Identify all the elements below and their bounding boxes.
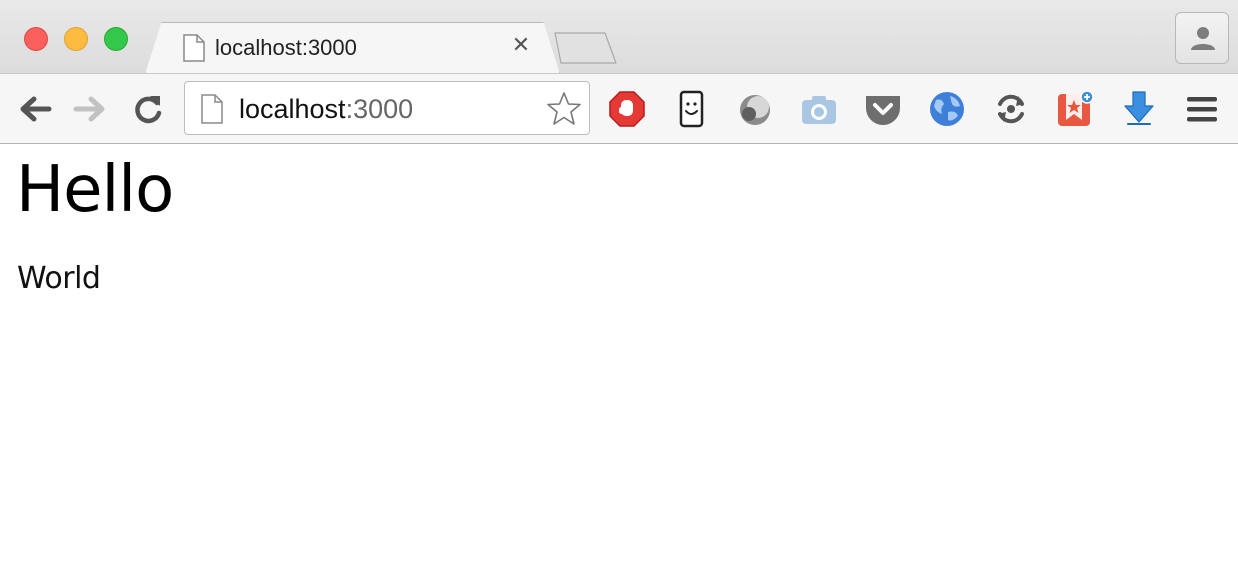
- profile-button[interactable]: [1175, 12, 1229, 64]
- person-icon: [1191, 27, 1215, 50]
- url-host: localhost: [239, 94, 346, 124]
- page-content: Hello World: [0, 145, 1238, 568]
- new-tab-button[interactable]: [553, 32, 617, 64]
- pocket-icon[interactable]: [864, 90, 902, 128]
- window-close-button[interactable]: [24, 27, 48, 51]
- page-heading: Hello: [16, 153, 174, 227]
- arrow-right-icon: [73, 96, 105, 122]
- download-icon[interactable]: [1120, 90, 1158, 128]
- face-icon[interactable]: [672, 90, 710, 128]
- reload-icon: [135, 96, 162, 124]
- reload-button[interactable]: [130, 91, 166, 127]
- window-maximize-button[interactable]: [104, 27, 128, 51]
- arrow-left-icon: [20, 96, 52, 122]
- page-paragraph: World: [17, 261, 101, 296]
- window-minimize-button[interactable]: [64, 27, 88, 51]
- adblock-icon[interactable]: [608, 90, 646, 128]
- close-tab-icon[interactable]: ✕: [510, 34, 532, 56]
- back-button[interactable]: [17, 91, 53, 127]
- wunderlist-icon[interactable]: [1056, 90, 1094, 128]
- page-icon: [183, 34, 205, 67]
- tab-title: localhost:3000: [215, 35, 357, 60]
- browser-toolbar: localhost:3000: [0, 73, 1238, 144]
- moon-icon[interactable]: [736, 90, 774, 128]
- sync-icon[interactable]: [992, 90, 1030, 128]
- camera-icon[interactable]: [800, 90, 838, 128]
- url-text[interactable]: localhost:3000: [239, 94, 413, 125]
- hamburger-menu-icon[interactable]: [1184, 92, 1220, 126]
- globe-icon[interactable]: [928, 90, 966, 128]
- star-icon[interactable]: [545, 90, 583, 133]
- address-bar[interactable]: localhost:3000: [184, 81, 590, 135]
- tab-content: localhost:3000 ✕: [145, 22, 560, 74]
- title-bar: localhost:3000 ✕: [0, 0, 1238, 74]
- forward-button[interactable]: [72, 91, 108, 127]
- url-port: :3000: [345, 94, 414, 124]
- page-icon: [201, 94, 223, 129]
